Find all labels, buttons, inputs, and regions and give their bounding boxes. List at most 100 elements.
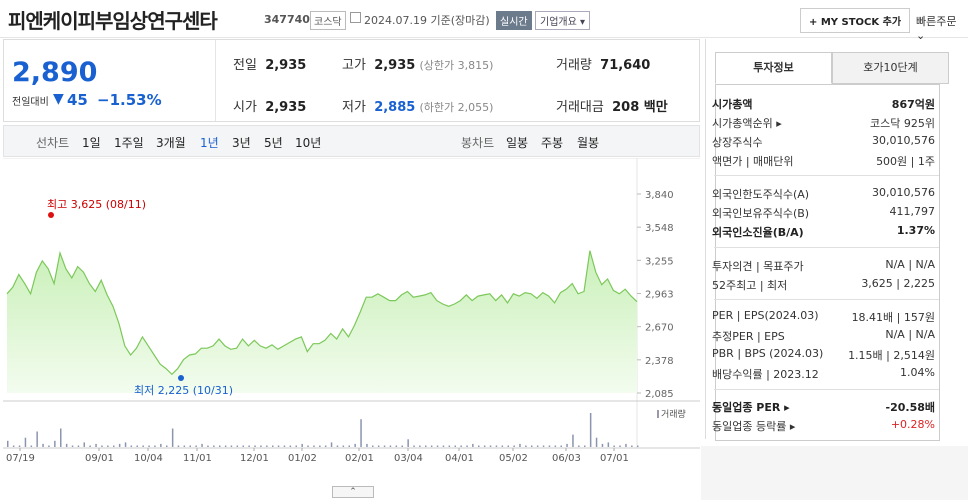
volume-bar [548,445,551,447]
info-row: 외국인소진율(B/A) 1.37% [712,224,935,239]
volume-bar [448,445,451,447]
volume-bar [377,445,380,447]
volume-bar [83,442,85,447]
volume-bar [584,445,586,447]
add-my-stock-button[interactable]: + MY STOCK 추가 [800,8,911,33]
info-row: 추정PER | EPS N/A | N/A [712,328,935,343]
y-tick-label: 2,963 [645,290,674,301]
tab-1y[interactable]: 1년 [200,134,219,151]
candle-chart-label: 봉차트 [461,136,495,150]
price-pct: −1.53% [97,91,162,109]
company-overview-dropdown[interactable]: 기업개요 ▾ [535,11,590,30]
tab-daily[interactable]: 일봉 [506,134,528,151]
info-row: 상장주식수 30,010,576 [712,134,935,149]
volume-bar [360,419,362,447]
low-marker [178,375,184,381]
line-chart-label: 선차트 [36,136,70,150]
tab-3m[interactable]: 3개월 [156,134,186,151]
tab-3y[interactable]: 3년 [232,134,251,151]
tab-1w[interactable]: 1주일 [114,134,144,151]
volume-bar [236,445,239,447]
volume-bar [195,445,197,447]
tab-1d[interactable]: 1일 [82,134,101,151]
volume-bar [319,445,321,447]
volume-bar [413,445,415,447]
volume-bar [65,443,68,447]
volume-bar [124,442,127,447]
volume-bar [560,445,562,447]
tab-10y[interactable]: 10년 [295,134,321,151]
tab-investment-info[interactable]: 투자정보 [715,52,832,84]
volume-bar [324,445,327,447]
volume-bar [154,445,156,447]
volume-bar [77,445,80,447]
volume-bar [595,437,598,447]
divider [714,247,939,248]
price-area [7,250,637,393]
price-chart-svg: 3,840 3,548 3,255 2,963 2,670 2,378 2,085 07/1… [3,157,700,464]
info-row[interactable]: 동일업종 등락률 ▸ +0.28% [712,418,944,436]
volume-bar [166,445,168,447]
volume-bar [383,445,386,447]
volume-bar [60,428,62,447]
tab-orderbook[interactable]: 호가10단계 [832,52,949,84]
volume: 거래량 71,640 [556,58,651,73]
volume-bar [430,445,433,447]
volume-bar [101,445,103,447]
volume-bar [507,445,509,447]
volume-bar [118,443,121,447]
divider [714,299,939,300]
volume-bar [207,445,209,447]
volume-bar [183,445,186,447]
volume-bar [395,445,398,447]
trade-amount: 거래대금 208 백만 [556,100,668,115]
volume-bar [260,445,262,447]
info-row: PBR | BPS (2024.03) 1.15배 | 2,514원 [712,347,935,362]
tab-weekly[interactable]: 주봉 [541,134,563,151]
info-row[interactable]: 시가총액순위 ▸ 코스닥 925위 [712,115,944,133]
divider [714,175,939,176]
volume-bar [48,445,50,447]
volume-bar [330,442,333,447]
volume-bar [266,445,268,447]
info-row: 외국인한도주식수(A) 30,010,576 [712,186,935,201]
volume-bar [489,445,492,447]
volume-bar [107,445,109,447]
volume-bar [601,443,604,447]
x-tick-label: 11/01 [183,453,212,464]
volume-bar [54,440,56,447]
tab-monthly[interactable]: 월봉 [577,134,599,151]
volume-bar [501,445,504,447]
volume-bar [219,445,221,447]
base-date: 2024.07.19 기준(장마감) [364,14,490,27]
low-price: 저가 2,885 (하한가 2,055) [342,100,494,115]
tab-5y[interactable]: 5년 [264,134,283,151]
x-tick-label: 06/03 [552,453,581,464]
volume-bar [637,445,639,447]
prev-close: 전일 2,935 [233,58,307,73]
volume-bar [442,445,445,447]
info-row[interactable]: 동일업종 PER ▸ -20.58배 [712,399,944,417]
volume-bar [478,445,480,447]
volume-bar [230,445,233,447]
x-tick-label: 01/02 [288,453,317,464]
volume-bar [348,445,350,447]
vs-prev-label: 전일대비 [12,97,49,108]
x-tick-label: 12/01 [240,453,269,464]
volume-bar [525,445,527,447]
volume-bar [354,443,356,447]
x-tick-label: 02/01 [345,453,374,464]
volume-bar [336,445,339,447]
volume-bar [542,445,545,447]
y-tick-label: 2,670 [645,323,674,334]
fast-order-button[interactable]: 빠른주문 ⌄ [916,13,968,42]
info-row: 52주최고 | 최저 3,625 | 2,225 [712,277,935,292]
volume-bar [224,445,227,447]
volume-bar [71,445,74,447]
open-price: 시가 2,935 [233,100,307,115]
info-row: PER | EPS(2024.03) 18.41배 | 157원 [712,309,935,324]
y-tick-label: 3,255 [645,256,674,267]
y-tick-label: 2,378 [645,356,674,367]
realtime-button[interactable]: 실시간 [496,11,532,30]
collapse-chart-button[interactable]: ⌃ [332,486,374,498]
